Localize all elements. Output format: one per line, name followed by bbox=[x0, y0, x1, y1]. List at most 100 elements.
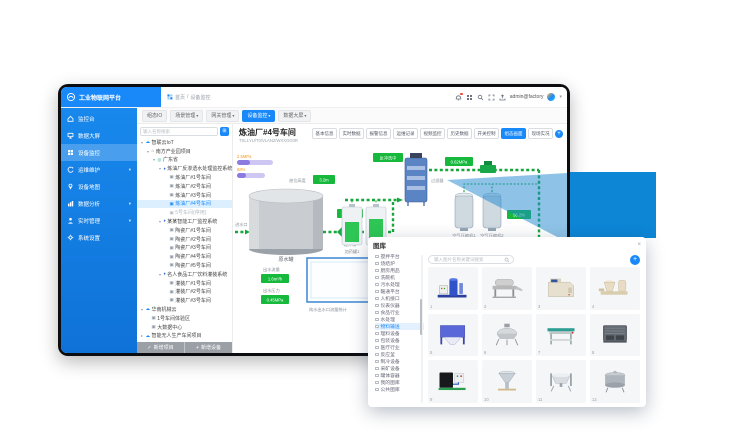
breadcrumb-home[interactable]: 首页 bbox=[175, 94, 185, 101]
btn-scada-view[interactable]: 组态画面 bbox=[501, 128, 526, 139]
checkbox[interactable] bbox=[375, 388, 379, 392]
gallery-item[interactable]: 4 bbox=[590, 267, 640, 310]
checkbox[interactable] bbox=[375, 374, 379, 378]
gallery-item[interactable]: 1 bbox=[428, 267, 478, 310]
fullscreen-icon[interactable] bbox=[488, 94, 495, 101]
tree-node[interactable]: ▣陶瓷厂#3号车间 bbox=[137, 244, 232, 253]
category-item[interactable]: 水处理 bbox=[375, 316, 424, 323]
category-item[interactable]: 我的图库 bbox=[375, 379, 424, 386]
checkbox[interactable] bbox=[375, 262, 379, 266]
checkbox[interactable] bbox=[375, 269, 379, 273]
close-icon[interactable]: × bbox=[637, 242, 641, 248]
sidebar-item-settings[interactable]: 系统设置 bbox=[61, 229, 137, 246]
notification-bell-icon[interactable] bbox=[455, 94, 462, 101]
sidebar-item-device-monitor[interactable]: 设备监控 bbox=[61, 144, 137, 161]
checkbox[interactable] bbox=[375, 304, 379, 308]
tree-node-disabled[interactable]: ▣5号车间(停用) bbox=[137, 208, 232, 217]
sidebar-item-maintenance[interactable]: 运维维护 ▾ bbox=[61, 161, 137, 178]
tree-node[interactable]: ▣炼油厂#2号车间 bbox=[137, 182, 232, 191]
category-item[interactable]: 采矿设备 bbox=[375, 365, 424, 372]
gallery-add-button[interactable]: + bbox=[630, 255, 640, 265]
tab-data-bigscreen[interactable]: 数据大屏▾ bbox=[278, 110, 311, 122]
tree-node[interactable]: ▾♦某某智能工厂监控系统 bbox=[137, 217, 232, 226]
tree-node[interactable]: ▾♦炼油厂反渗透水处理监控系统 bbox=[137, 164, 232, 173]
gallery-item[interactable]: 3 bbox=[536, 267, 586, 310]
scrollbar-track[interactable] bbox=[421, 255, 424, 403]
btn-ops-record[interactable]: 运维记录 bbox=[393, 128, 418, 139]
tree-node[interactable]: ▸☁智能无人生产车间项目 bbox=[137, 332, 232, 341]
category-item[interactable]: 搅拌平台 bbox=[375, 253, 424, 260]
category-item[interactable]: 食品行业 bbox=[375, 309, 424, 316]
search-icon[interactable] bbox=[477, 94, 484, 101]
category-item[interactable]: 人机接口 bbox=[375, 295, 424, 302]
tree-node[interactable]: ▣灌装厂#2号车间 bbox=[137, 288, 232, 297]
sidebar-item-realtime-mgmt[interactable]: 实时管理 ▾ bbox=[61, 212, 137, 229]
checkbox[interactable] bbox=[375, 353, 379, 357]
add-device-button[interactable]: +新增设备 bbox=[184, 342, 232, 353]
checkbox[interactable] bbox=[375, 318, 379, 322]
tab-device-monitor[interactable]: 设备监控▾ bbox=[242, 110, 275, 122]
tree-node-selected[interactable]: ▣炼油厂#4号车间 bbox=[137, 200, 232, 209]
user-menu-caret-icon[interactable]: ▾ bbox=[559, 94, 562, 100]
tab-scene-mgmt[interactable]: 场景管理▾ bbox=[170, 110, 203, 122]
checkbox[interactable] bbox=[375, 346, 379, 350]
category-item[interactable]: 反应釜 bbox=[375, 351, 424, 358]
tab-gateway-mgmt[interactable]: 网关管理▾ bbox=[206, 110, 239, 122]
sidebar-item-data-analysis[interactable]: 数据分析 ▾ bbox=[61, 195, 137, 212]
gallery-item[interactable]: 12 bbox=[590, 360, 640, 403]
btn-realtime-data[interactable]: 实时数据 bbox=[339, 128, 364, 139]
avatar[interactable] bbox=[547, 93, 555, 101]
gallery-item[interactable]: 6 bbox=[482, 314, 532, 357]
category-item[interactable]: 包装设备 bbox=[375, 337, 424, 344]
tree-node[interactable]: ▣炼油厂#1号车间 bbox=[137, 173, 232, 182]
sidebar-item-console[interactable]: 监控台 bbox=[61, 110, 137, 127]
add-round-button[interactable]: + bbox=[555, 130, 563, 138]
scrollbar-thumb[interactable] bbox=[420, 299, 423, 335]
checkbox[interactable] bbox=[375, 283, 379, 287]
checkbox[interactable] bbox=[375, 381, 379, 385]
tree-node[interactable]: ▣灌装厂#3号车间 bbox=[137, 296, 232, 305]
tree-search-input[interactable] bbox=[140, 127, 218, 136]
tree-node[interactable]: ▾☁华南机械云 bbox=[137, 305, 232, 314]
category-item[interactable]: 厨房用品 bbox=[375, 267, 424, 274]
category-item[interactable]: 洗碗机 bbox=[375, 274, 424, 281]
gallery-item[interactable]: 2 bbox=[482, 267, 532, 310]
sidebar-item-bigscreen[interactable]: 数据大屏 bbox=[61, 127, 137, 144]
tree-node[interactable]: ▣1号车间体验区 bbox=[137, 314, 232, 323]
user-email[interactable]: admin@factory bbox=[510, 94, 544, 100]
export-icon[interactable] bbox=[499, 94, 506, 101]
category-item[interactable]: 仪表仪器 bbox=[375, 302, 424, 309]
tree-node[interactable]: ▾⌂南方产业园项目 bbox=[137, 147, 232, 156]
category-item[interactable]: 医疗行业 bbox=[375, 344, 424, 351]
tree-node[interactable]: ▣大数据中心 bbox=[137, 323, 232, 332]
gallery-item[interactable]: 5 bbox=[428, 314, 478, 357]
checkbox[interactable] bbox=[375, 311, 379, 315]
btn-alarm-info[interactable]: 报警信息 bbox=[366, 128, 391, 139]
apps-grid-icon[interactable] bbox=[466, 94, 473, 101]
btn-live-view[interactable]: 现场实况 bbox=[528, 128, 553, 139]
category-item[interactable]: 暖通平台 bbox=[375, 288, 424, 295]
checkbox[interactable] bbox=[375, 360, 379, 364]
checkbox[interactable] bbox=[375, 367, 379, 371]
btn-basic-info[interactable]: 基本信息 bbox=[312, 128, 337, 139]
tree-node[interactable]: ▣陶瓷厂#5号车间 bbox=[137, 261, 232, 270]
tree-node[interactable]: ▣灌装厂#1号车间 bbox=[137, 279, 232, 288]
tree-expand-button[interactable]: ⊞ bbox=[220, 127, 229, 136]
btn-switch-control[interactable]: 开关控制 bbox=[474, 128, 499, 139]
btn-history-data[interactable]: 历史数据 bbox=[447, 128, 472, 139]
checkbox[interactable] bbox=[375, 255, 379, 259]
category-item[interactable]: 污水处理 bbox=[375, 281, 424, 288]
checkbox[interactable] bbox=[375, 325, 379, 329]
checkbox[interactable] bbox=[375, 339, 379, 343]
checkbox[interactable] bbox=[375, 297, 379, 301]
category-item-selected[interactable]: 物料输送 bbox=[375, 323, 424, 330]
category-item[interactable]: 公共图库 bbox=[375, 386, 424, 393]
tree-node[interactable]: ▣炼油厂#3号车间 bbox=[137, 191, 232, 200]
add-project-button[interactable]: ✓新增项目 bbox=[137, 342, 184, 353]
tree-node[interactable]: ▣陶瓷厂#4号车间 bbox=[137, 252, 232, 261]
category-item[interactable]: 理料设备 bbox=[375, 330, 424, 337]
category-item[interactable]: 烧结炉 bbox=[375, 260, 424, 267]
tab-scada-io[interactable]: 组态IO bbox=[142, 110, 167, 122]
checkbox[interactable] bbox=[375, 276, 379, 280]
checkbox[interactable] bbox=[375, 290, 379, 294]
